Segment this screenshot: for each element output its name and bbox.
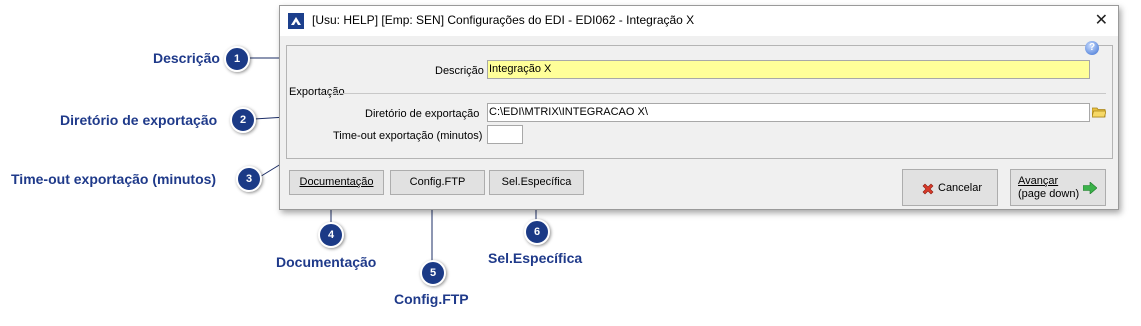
callout-badge-5: 5 xyxy=(420,260,446,286)
timeout-field[interactable] xyxy=(487,125,523,144)
app-icon xyxy=(288,13,304,29)
callout-label-config-ftp: Config.FTP xyxy=(394,291,469,307)
callout-badge-1: 1 xyxy=(224,46,250,72)
avancar-button-sublabel: (page down) xyxy=(1018,188,1080,200)
title-bar: [Usu: HELP] [Emp: SEN] Configurações do … xyxy=(280,6,1118,36)
arrow-right-icon xyxy=(1083,182,1097,194)
callout-badge-3: 3 xyxy=(236,166,262,192)
callout-badge-2: 2 xyxy=(230,107,256,133)
cancel-icon xyxy=(922,183,934,195)
callout-badge-4: 4 xyxy=(318,222,344,248)
edi-config-window: [Usu: HELP] [Emp: SEN] Configurações do … xyxy=(279,5,1119,210)
help-icon[interactable]: ? xyxy=(1085,41,1099,55)
exportacao-group-label: Exportação xyxy=(289,86,345,98)
diretorio-field[interactable]: C:\EDI\MTRIX\INTEGRACAO X\ xyxy=(487,103,1090,122)
sel-especifica-button-label: Sel.Específica xyxy=(501,176,572,188)
config-ftp-button-label: Config.FTP xyxy=(409,176,466,188)
documentacao-button[interactable]: Documentação xyxy=(289,170,384,195)
callout-label-documentacao: Documentação xyxy=(276,254,377,270)
callout-badge-6: 6 xyxy=(524,219,550,245)
cancelar-button[interactable]: Cancelar xyxy=(902,169,998,206)
callout-label-descricao: Descrição xyxy=(153,50,220,66)
config-ftp-button[interactable]: Config.FTP xyxy=(390,170,485,195)
avancar-button[interactable]: Avançar (page down) xyxy=(1010,169,1106,206)
folder-icon[interactable] xyxy=(1092,106,1106,118)
window-title: [Usu: HELP] [Emp: SEN] Configurações do … xyxy=(312,13,695,27)
diretorio-label: Diretório de exportação xyxy=(365,108,480,120)
callout-label-diretorio: Diretório de exportação xyxy=(60,112,218,128)
sel-especifica-button[interactable]: Sel.Específica xyxy=(489,170,584,195)
group-divider xyxy=(328,93,1106,94)
avancar-button-label: Avançar xyxy=(1018,175,1059,187)
callout-label-timeout: Time-out exportação (minutos) xyxy=(11,171,217,187)
descricao-field[interactable]: Integração X xyxy=(487,60,1090,79)
descricao-label: Descrição xyxy=(435,65,484,77)
cancelar-button-label: Cancelar xyxy=(938,182,983,194)
timeout-label: Time-out exportação (minutos) xyxy=(333,130,483,142)
close-icon[interactable]: ✕ xyxy=(1095,10,1108,30)
documentacao-button-label: Documentação xyxy=(299,176,374,188)
callout-label-sel-especifica: Sel.Específica xyxy=(488,250,583,266)
